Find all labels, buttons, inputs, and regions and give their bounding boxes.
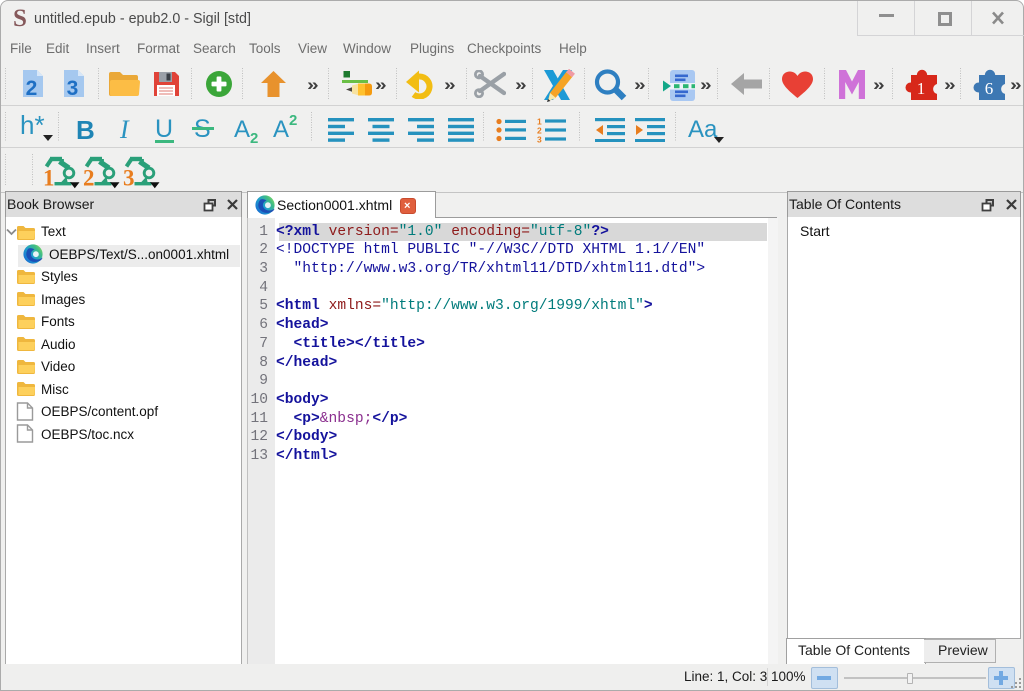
svg-text:2: 2 <box>83 166 95 189</box>
svg-text:1: 1 <box>43 166 55 189</box>
svg-text:1: 1 <box>917 79 926 98</box>
svg-text:6: 6 <box>985 79 994 98</box>
svg-text:3: 3 <box>537 135 542 144</box>
svg-text:3: 3 <box>67 77 79 98</box>
svg-text:3: 3 <box>123 166 135 189</box>
svg-text:2: 2 <box>26 77 38 98</box>
